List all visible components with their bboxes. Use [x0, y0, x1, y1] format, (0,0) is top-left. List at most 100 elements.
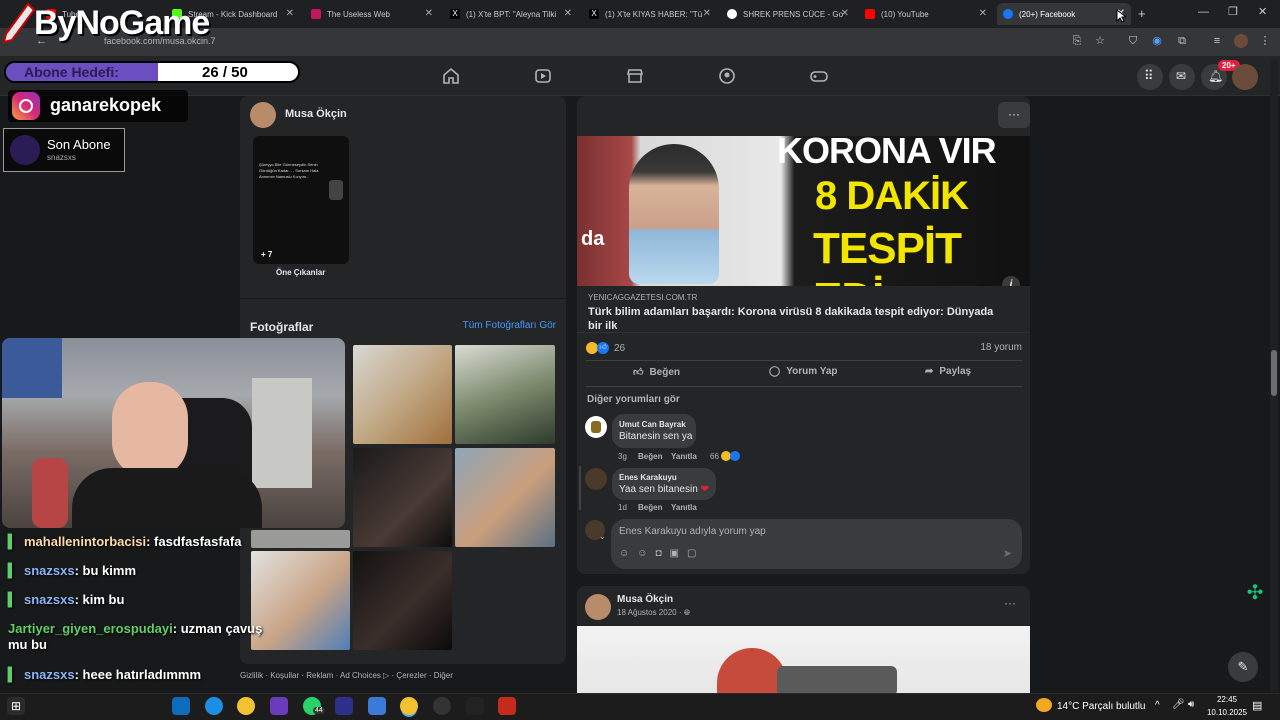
- minimize-button[interactable]: —: [1198, 6, 1209, 18]
- tab-useless-web[interactable]: The Useless Web ✕: [305, 3, 439, 25]
- tab-facebook[interactable]: (20+) Facebook✕: [997, 3, 1131, 25]
- kebab-menu-icon[interactable]: ⋮: [1258, 34, 1272, 48]
- extension-icon[interactable]: ◉: [1150, 34, 1164, 48]
- footer-links[interactable]: Gizlilik · Koşullar · Reklam · Ad Choice…: [240, 671, 453, 680]
- emoji-icon[interactable]: ☺: [637, 548, 655, 559]
- close-icon[interactable]: ✕: [564, 8, 572, 19]
- reading-list-icon[interactable]: ≡: [1210, 34, 1224, 48]
- send-icon[interactable]: ➤: [1003, 547, 1012, 560]
- avatar-sticker-icon[interactable]: ☺: [619, 548, 637, 559]
- link-title[interactable]: Türk bilim adamları başardı: Korona virü…: [588, 305, 1008, 333]
- author-avatar[interactable]: [585, 594, 611, 620]
- clock-date[interactable]: 10.10.2025: [1204, 708, 1250, 717]
- chevron-down-icon[interactable]: ⌄: [599, 532, 606, 541]
- new-tab-button[interactable]: +: [1138, 6, 1146, 21]
- profile-options-button[interactable]: ···: [998, 102, 1030, 128]
- weather-text[interactable]: 14°C Parçalı bulutlu: [1057, 701, 1146, 712]
- scrollbar-thumb[interactable]: [1271, 350, 1277, 396]
- profile-name[interactable]: Musa Ökçin: [285, 108, 347, 120]
- close-icon[interactable]: ✕: [841, 8, 849, 19]
- comment-reply-button[interactable]: Yanıtla: [671, 503, 697, 512]
- start-icon[interactable]: ⊞: [7, 697, 25, 715]
- volume-icon[interactable]: 🔊︎: [1188, 699, 1194, 710]
- tab-google-search[interactable]: SHREK PRENS CÜCE - Go ✕: [721, 3, 855, 25]
- comment-author[interactable]: Enes Karakuyu: [619, 473, 677, 482]
- gaming-icon[interactable]: [809, 66, 829, 86]
- new-message-button[interactable]: ✎: [1228, 652, 1258, 682]
- reactions-count[interactable]: 26: [614, 343, 625, 354]
- menu-grid-button[interactable]: ⠿: [1137, 64, 1163, 90]
- photo-thumbnail[interactable]: [455, 448, 555, 547]
- app-icon[interactable]: [498, 697, 516, 715]
- obs-icon[interactable]: [270, 697, 288, 715]
- camera-icon[interactable]: ◘: [655, 548, 669, 559]
- comment-time[interactable]: 3g: [618, 452, 627, 461]
- post-date[interactable]: 18 Ağustos 2020 · 🌐︎: [617, 608, 690, 618]
- install-app-icon[interactable]: ⎘: [1070, 34, 1084, 48]
- marketplace-icon[interactable]: [625, 66, 645, 86]
- close-icon[interactable]: ✕: [425, 8, 433, 19]
- chatgpt-extension-icon[interactable]: ✣: [1242, 580, 1268, 606]
- more-comments-link[interactable]: Diğer yorumları gör: [587, 394, 680, 405]
- app-icon[interactable]: [466, 697, 484, 715]
- puzzle-icon[interactable]: ⧉: [1175, 34, 1189, 48]
- groups-icon[interactable]: [717, 66, 737, 86]
- bookmark-star-icon[interactable]: ☆: [1093, 34, 1107, 48]
- photos-title[interactable]: Fotoğraflar: [250, 320, 313, 334]
- comment-reply-button[interactable]: Yanıtla: [671, 452, 697, 461]
- commenter-avatar[interactable]: [585, 416, 607, 438]
- scrollbar-track[interactable]: [1270, 60, 1278, 692]
- comment-input[interactable]: Enes Karakuyu adıyla yorum yap ☺☺◘▣▢ ➤: [611, 519, 1022, 569]
- comment-like-button[interactable]: Beğen: [638, 452, 662, 461]
- tab-x-kiyas[interactable]: X (1) X'te KIYAS HABER: "Tü ✕: [583, 3, 717, 25]
- link-domain[interactable]: YENICAGGAZETESI.COM.TR: [588, 293, 697, 302]
- tab-youtube[interactable]: (10) YouTube ✕: [859, 3, 993, 25]
- photo-thumbnail[interactable]: [353, 345, 452, 444]
- all-photos-link[interactable]: Tüm Fotoğrafları Gör: [463, 320, 556, 331]
- highlight-caption[interactable]: Öne Çıkanlar: [276, 268, 325, 277]
- comment-author[interactable]: Umut Can Bayrak: [619, 420, 686, 429]
- notifications-center-icon[interactable]: ▤: [1252, 699, 1262, 712]
- close-icon[interactable]: ✕: [703, 8, 711, 19]
- link-preview-image[interactable]: da KORONA VİR 8 DAKİK TESPİT EDİ i: [577, 136, 1030, 286]
- comments-count[interactable]: 18 yorum: [980, 342, 1022, 353]
- comment-like-button[interactable]: Beğen: [638, 503, 662, 512]
- post-author[interactable]: Musa Ökçin: [617, 594, 673, 605]
- photo-thumbnail[interactable]: [251, 530, 350, 548]
- microphone-icon[interactable]: 🎤︎: [1172, 699, 1185, 710]
- comment-time[interactable]: 1d: [618, 503, 627, 512]
- post-options-icon[interactable]: ···: [1004, 596, 1016, 610]
- sticker-icon[interactable]: ▢: [687, 548, 704, 559]
- profile-avatar[interactable]: [250, 102, 276, 128]
- post-image[interactable]: [577, 626, 1030, 696]
- comment-reactions-count[interactable]: 66: [710, 452, 719, 461]
- close-icon[interactable]: ✕: [286, 8, 294, 19]
- edge-icon[interactable]: [205, 697, 223, 715]
- chrome-active-icon[interactable]: [400, 697, 418, 715]
- highlight-story-card[interactable]: Şüreyyo Bile Görmeseydin Senin Gördüğün …: [253, 136, 349, 264]
- tray-chevron-icon[interactable]: ^: [1155, 700, 1160, 711]
- close-icon[interactable]: ✕: [979, 8, 987, 19]
- chrome-icon[interactable]: [237, 697, 255, 715]
- photo-thumbnail[interactable]: [455, 345, 555, 444]
- like-button[interactable]: 👍︎ Beğen: [633, 366, 680, 378]
- photo-thumbnail[interactable]: [353, 551, 452, 650]
- app-icon[interactable]: [335, 697, 353, 715]
- tab-x-bpt[interactable]: X (1) X'te BPT: "Aleyna Tilki ✕: [444, 3, 578, 25]
- app-icon[interactable]: [368, 697, 386, 715]
- comment-button[interactable]: ◯ Yorum Yap: [769, 366, 838, 377]
- photo-thumbnail[interactable]: [353, 448, 452, 547]
- commenter-avatar[interactable]: [585, 468, 607, 490]
- shield-icon[interactable]: ⛉: [1126, 34, 1140, 48]
- profile-avatar-icon[interactable]: [1234, 34, 1248, 48]
- video-icon[interactable]: [533, 66, 553, 86]
- account-avatar[interactable]: [1232, 64, 1258, 90]
- app-icon[interactable]: [433, 697, 451, 715]
- gif-icon[interactable]: ▣: [669, 548, 686, 559]
- clock-time[interactable]: 22:45: [1212, 695, 1242, 704]
- messenger-button[interactable]: ✉: [1169, 64, 1195, 90]
- maximize-button[interactable]: ❐: [1228, 5, 1238, 18]
- home-icon[interactable]: [441, 66, 461, 86]
- window-close-button[interactable]: ✕: [1258, 5, 1267, 18]
- share-button[interactable]: ➦ Paylaş: [925, 366, 971, 377]
